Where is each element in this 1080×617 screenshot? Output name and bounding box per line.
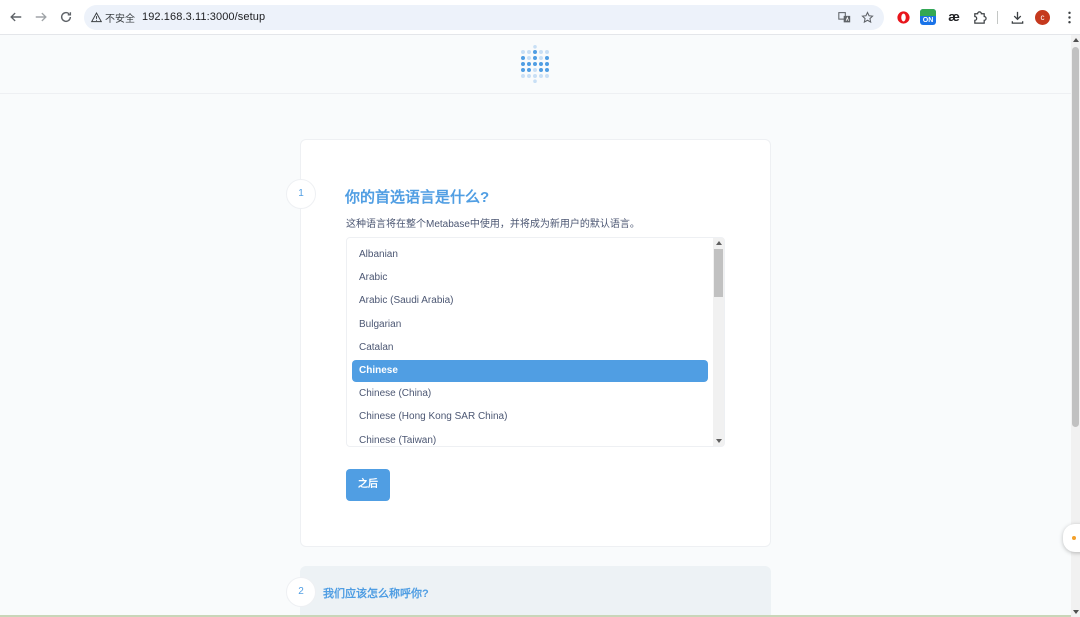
language-option[interactable]: Chinese (Hong Kong SAR China)	[352, 406, 708, 428]
language-option[interactable]: Arabic	[352, 267, 708, 289]
toolbar-separator	[997, 11, 998, 24]
scroll-up-arrow-icon[interactable]	[716, 241, 722, 245]
translate-icon[interactable]	[837, 10, 852, 25]
app-header	[0, 35, 1071, 94]
security-chip[interactable]: 不安全	[91, 11, 135, 25]
download-icon[interactable]	[1009, 9, 1025, 25]
page-scroll-up-icon[interactable]	[1073, 38, 1079, 42]
step-description: 这种语言将在整个Metabase中使用，并将成为新用户的默认语言。	[346, 219, 640, 230]
extension-on-label: ON	[922, 17, 934, 24]
scrollbar-thumb[interactable]	[714, 249, 723, 297]
reload-icon[interactable]	[57, 8, 75, 26]
opera-icon[interactable]	[895, 9, 911, 25]
url-text[interactable]: 192.168.3.11:3000/setup	[142, 11, 265, 23]
ae-extension-icon[interactable]: æ	[946, 8, 962, 24]
language-list-scrollbar[interactable]	[713, 238, 724, 446]
step-title: 你的首选语言是什么?	[345, 189, 490, 206]
language-option[interactable]: Chinese (Taiwan)	[352, 430, 708, 446]
address-bar[interactable]: 不安全 192.168.3.11:3000/setup	[84, 5, 884, 30]
metabase-logo-icon	[521, 45, 549, 83]
security-label: 不安全	[105, 14, 135, 25]
page-scrollbar-thumb[interactable]	[1072, 47, 1079, 427]
language-option[interactable]: Chinese (China)	[352, 383, 708, 405]
kebab-menu-icon[interactable]	[1061, 9, 1077, 25]
warning-triangle-icon	[91, 12, 102, 23]
star-icon[interactable]	[860, 10, 875, 25]
back-icon[interactable]	[7, 8, 25, 26]
profile-avatar[interactable]: c	[1035, 10, 1050, 25]
browser-toolbar: 不安全 192.168.3.11:3000/setup ON æ c	[0, 0, 1080, 35]
language-option[interactable]: Albanian	[352, 244, 708, 266]
step-number-2: 2	[286, 577, 316, 607]
language-option[interactable]: Arabic (Saudi Arabia)	[352, 290, 708, 312]
language-list[interactable]: Albanian Arabic Arabic (Saudi Arabia) Bu…	[346, 237, 725, 447]
language-option[interactable]: Bulgarian	[352, 314, 708, 336]
language-option[interactable]: Catalan	[352, 337, 708, 359]
forward-icon[interactable]	[32, 8, 50, 26]
next-button[interactable]: 之后	[346, 469, 390, 501]
floating-side-widget[interactable]	[1063, 524, 1080, 552]
puzzle-icon[interactable]	[971, 9, 987, 25]
toggle-extension-icon[interactable]: ON	[920, 9, 936, 25]
page-scroll-down-icon[interactable]	[1073, 610, 1079, 614]
widget-dot-icon	[1072, 536, 1076, 540]
step-2-title: 我们应该怎么称呼你?	[323, 588, 429, 600]
language-option-selected[interactable]: Chinese	[352, 360, 708, 382]
scroll-down-arrow-icon[interactable]	[716, 439, 722, 443]
step-number-1: 1	[286, 179, 316, 209]
